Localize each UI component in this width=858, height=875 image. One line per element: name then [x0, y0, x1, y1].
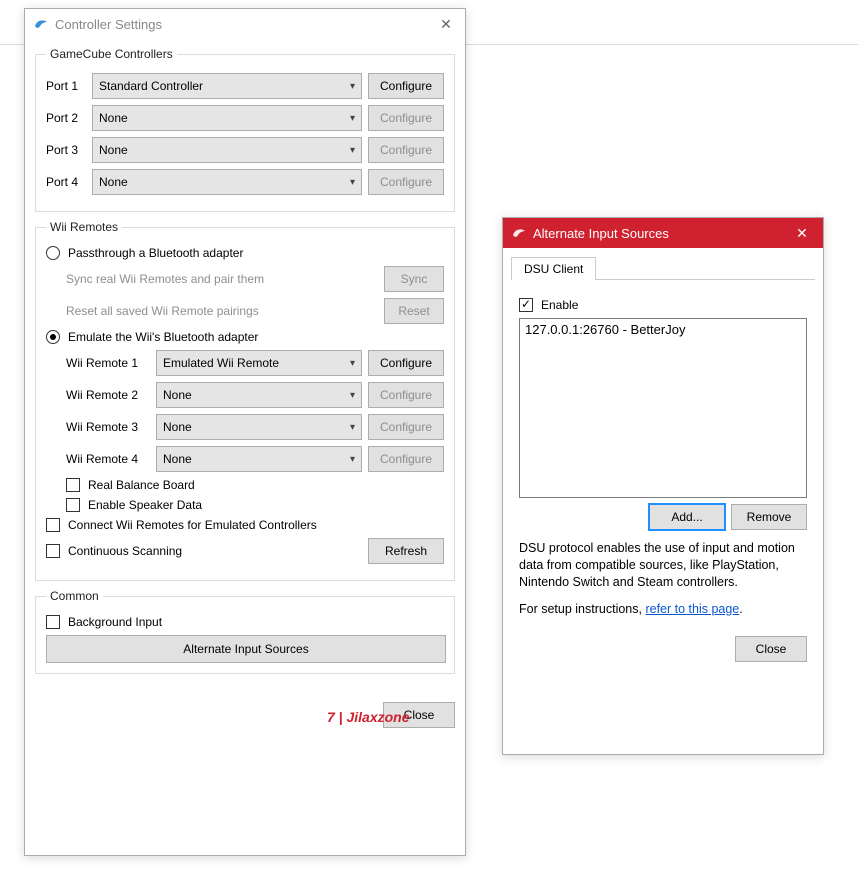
gc-port-label: Port 4 — [46, 175, 86, 189]
gc-port-label: Port 1 — [46, 79, 86, 93]
wii-remote-label: Wii Remote 1 — [66, 356, 150, 370]
chevron-down-icon: ▾ — [350, 358, 355, 369]
wii-remote-label: Wii Remote 2 — [66, 388, 150, 402]
wii-group: Wii Remotes Passthrough a Bluetooth adap… — [35, 220, 455, 581]
checkbox-icon[interactable] — [66, 498, 80, 512]
passthrough-label: Passthrough a Bluetooth adapter — [68, 246, 243, 260]
gc-port-row: Port 3 None ▾ Configure — [46, 137, 444, 163]
checkbox-icon[interactable] — [46, 518, 60, 532]
gc-port-select[interactable]: None ▾ — [92, 105, 362, 131]
common-group: Common Background Input Alternate Input … — [35, 589, 455, 674]
gc-port-select[interactable]: None ▾ — [92, 169, 362, 195]
gamecube-legend: GameCube Controllers — [46, 47, 177, 61]
enable-checkbox[interactable]: Enable — [519, 298, 807, 312]
tab-strip: DSU Client — [511, 256, 815, 280]
chevron-down-icon: ▾ — [350, 145, 355, 156]
dsu-setup-line: For setup instructions, refer to this pa… — [519, 601, 807, 618]
gc-port-select[interactable]: Standard Controller ▾ — [92, 73, 362, 99]
setup-link[interactable]: refer to this page — [645, 602, 739, 616]
chevron-down-icon: ▾ — [350, 113, 355, 124]
chevron-down-icon: ▾ — [350, 422, 355, 433]
wii-remote-select[interactable]: None ▾ — [156, 414, 362, 440]
list-item[interactable]: 127.0.0.1:26760 - BetterJoy — [525, 322, 801, 337]
wii-remote-row: Wii Remote 2 None ▾ Configure — [66, 382, 444, 408]
gc-configure-button: Configure — [368, 137, 444, 163]
speaker-data-checkbox[interactable]: Enable Speaker Data — [66, 498, 444, 512]
reset-button: Reset — [384, 298, 444, 324]
titlebar: Controller Settings ✕ — [25, 9, 465, 39]
gc-port-select[interactable]: None ▾ — [92, 137, 362, 163]
chevron-down-icon: ▾ — [350, 177, 355, 188]
radio-icon[interactable] — [46, 330, 60, 344]
wii-configure-button: Configure — [368, 446, 444, 472]
emulate-radio-row[interactable]: Emulate the Wii's Bluetooth adapter — [46, 330, 444, 344]
dsu-description: DSU protocol enables the use of input an… — [519, 540, 807, 591]
checkbox-icon[interactable] — [66, 478, 80, 492]
tab-dsu-client[interactable]: DSU Client — [511, 257, 596, 280]
dolphin-icon — [511, 225, 527, 241]
window-title: Alternate Input Sources — [533, 226, 781, 241]
wii-remote-label: Wii Remote 3 — [66, 420, 150, 434]
chevron-down-icon: ▾ — [350, 454, 355, 465]
chevron-down-icon: ▾ — [350, 81, 355, 92]
background-input-checkbox[interactable]: Background Input — [46, 615, 444, 629]
window-title: Controller Settings — [55, 17, 427, 32]
wii-remote-row: Wii Remote 3 None ▾ Configure — [66, 414, 444, 440]
refresh-button[interactable]: Refresh — [368, 538, 444, 564]
balance-board-checkbox[interactable]: Real Balance Board — [66, 478, 444, 492]
continuous-scanning-label: Continuous Scanning — [68, 544, 362, 558]
controller-settings-window: Controller Settings ✕ GameCube Controlle… — [24, 8, 466, 856]
gc-port-row: Port 2 None ▾ Configure — [46, 105, 444, 131]
sync-remotes-label: Sync real Wii Remotes and pair them — [66, 272, 378, 286]
sync-button: Sync — [384, 266, 444, 292]
gc-configure-button: Configure — [368, 105, 444, 131]
common-legend: Common — [46, 589, 103, 603]
wii-remote-select[interactable]: Emulated Wii Remote ▾ — [156, 350, 362, 376]
checkbox-icon[interactable] — [46, 544, 60, 558]
wii-configure-button[interactable]: Configure — [368, 350, 444, 376]
gc-port-label: Port 3 — [46, 143, 86, 157]
emulate-label: Emulate the Wii's Bluetooth adapter — [68, 330, 258, 344]
close-button[interactable]: Close — [735, 636, 807, 662]
passthrough-radio-row[interactable]: Passthrough a Bluetooth adapter — [46, 246, 444, 260]
checkbox-icon[interactable] — [519, 298, 533, 312]
wii-remote-select[interactable]: None ▾ — [156, 382, 362, 408]
alternate-input-sources-button[interactable]: Alternate Input Sources — [46, 635, 446, 663]
watermark-text: 7 | Jilaxzone — [327, 709, 410, 725]
close-icon[interactable]: ✕ — [781, 218, 823, 248]
wii-remote-select[interactable]: None ▾ — [156, 446, 362, 472]
remove-button[interactable]: Remove — [731, 504, 807, 530]
connect-emulated-checkbox[interactable]: Connect Wii Remotes for Emulated Control… — [46, 518, 444, 532]
titlebar: Alternate Input Sources ✕ — [503, 218, 823, 248]
wii-configure-button: Configure — [368, 382, 444, 408]
reset-pairings-label: Reset all saved Wii Remote pairings — [66, 304, 378, 318]
checkbox-icon[interactable] — [46, 615, 60, 629]
wii-remote-row: Wii Remote 1 Emulated Wii Remote ▾ Confi… — [66, 350, 444, 376]
wii-legend: Wii Remotes — [46, 220, 122, 234]
alternate-input-sources-window: Alternate Input Sources ✕ DSU Client Ena… — [502, 217, 824, 755]
wii-remote-row: Wii Remote 4 None ▾ Configure — [66, 446, 444, 472]
close-icon[interactable]: ✕ — [427, 9, 465, 39]
radio-icon[interactable] — [46, 246, 60, 260]
gamecube-group: GameCube Controllers Port 1 Standard Con… — [35, 47, 455, 212]
add-button[interactable]: Add... — [649, 504, 725, 530]
chevron-down-icon: ▾ — [350, 390, 355, 401]
gc-configure-button: Configure — [368, 169, 444, 195]
wii-remote-label: Wii Remote 4 — [66, 452, 150, 466]
gc-port-label: Port 2 — [46, 111, 86, 125]
dolphin-icon — [33, 16, 49, 32]
gc-configure-button[interactable]: Configure — [368, 73, 444, 99]
wii-configure-button: Configure — [368, 414, 444, 440]
dsu-server-listbox[interactable]: 127.0.0.1:26760 - BetterJoy — [519, 318, 807, 498]
gc-port-row: Port 1 Standard Controller ▾ Configure — [46, 73, 444, 99]
gc-port-row: Port 4 None ▾ Configure — [46, 169, 444, 195]
